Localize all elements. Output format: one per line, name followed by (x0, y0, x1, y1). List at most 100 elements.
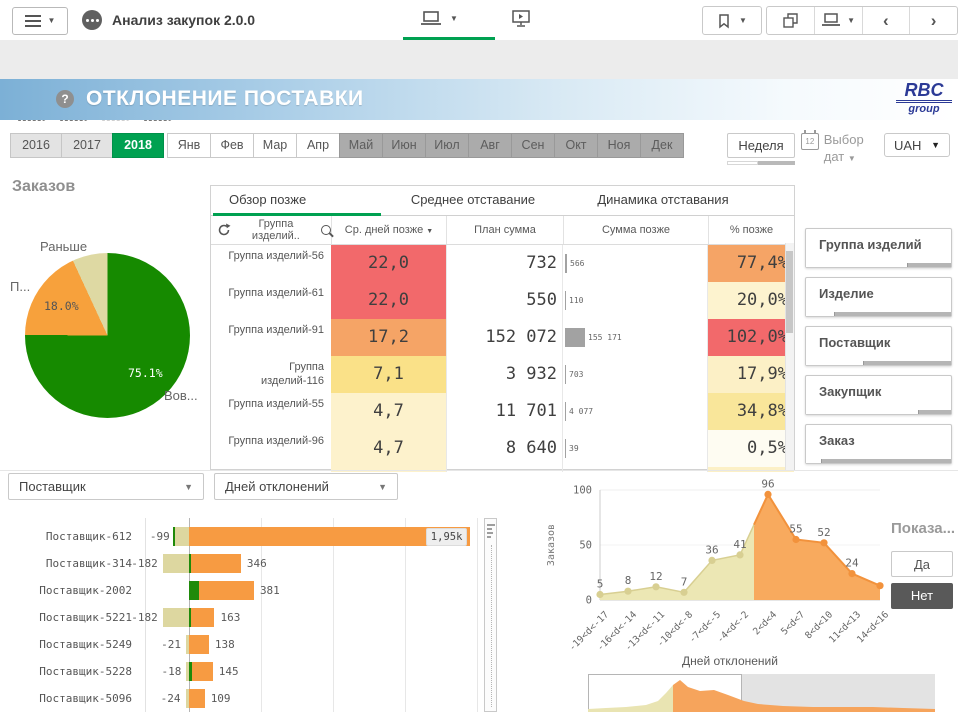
table-row[interactable]: Группа изделий-1167,13 93270317,9% (211, 356, 794, 393)
week-filter[interactable]: Неделя (727, 133, 795, 158)
bar-category-label[interactable]: Поставщик-5096 (0, 685, 132, 712)
currency-value: UAH (894, 138, 921, 153)
month-button-0[interactable]: Янв (167, 133, 211, 158)
column-header-pct-late[interactable]: % позже (708, 216, 794, 244)
year-button-2016[interactable]: 2016 (10, 133, 62, 158)
sheet-list-button[interactable] (814, 7, 862, 34)
bar-late-segment[interactable] (192, 662, 213, 681)
cell-group[interactable]: Группа изделий-56 (211, 245, 331, 282)
bar-category-label[interactable]: Поставщик-5228 (0, 658, 132, 685)
range-mini-chart[interactable] (588, 675, 935, 712)
tab-average-lag[interactable]: Среднее отставание (383, 186, 563, 215)
dropdown-value: Дней отклонений (225, 479, 329, 494)
column-header-group[interactable]: Группа изделий.. (211, 218, 331, 242)
month-button-6[interactable]: Июл (425, 133, 469, 158)
late-sum-value: 155 171 (588, 333, 622, 342)
column-header-plan-sum[interactable]: План сумма (446, 216, 563, 244)
cell-group[interactable]: Группа изделий-96 (211, 430, 331, 467)
table-row[interactable]: Группа изделий-554,711 7014 07734,8% (211, 393, 794, 430)
filter-listbox-2[interactable]: Поставщик (805, 326, 952, 366)
tab-lag-dynamics[interactable]: Динамика отставания (563, 186, 763, 215)
month-button-5[interactable]: Июн (382, 133, 426, 158)
bar-late-value: 109 (211, 689, 231, 708)
filter-listbox-3[interactable]: Закупщик (805, 375, 952, 415)
svg-text:52: 52 (817, 526, 830, 539)
show-no-button[interactable]: Нет (891, 583, 953, 609)
bar-early-value: -182 (131, 554, 158, 573)
cell-group[interactable]: Группа изделий-61 (211, 282, 331, 319)
sheet-view-button[interactable] (420, 10, 458, 28)
cell-plan-sum: 732 (446, 245, 563, 282)
cell-group[interactable]: Группа изделий-91 (211, 319, 331, 356)
filter-listbox-0[interactable]: Группа изделий (805, 228, 952, 268)
prev-sheet-button[interactable]: ‹ (862, 7, 910, 34)
bar-early-segment[interactable] (163, 608, 189, 627)
bar-category-label[interactable]: Поставщик-612 (0, 523, 132, 550)
table-row[interactable]: Группа изделий-6122,055011020,0% (211, 282, 794, 319)
month-button-7[interactable]: Авг (468, 133, 512, 158)
scrollbar-thumb[interactable] (786, 251, 793, 333)
table-row[interactable]: Группа изделий-9117,2152 072155 171102,0… (211, 319, 794, 356)
deviation-area-chart[interactable]: 050100Заказов58127364196555224-19<d<-17-… (545, 475, 890, 650)
table-row[interactable]: Группа изделий-5622,073256677,4% (211, 245, 794, 282)
column-header-days-late[interactable]: Ср. дней позже (331, 216, 446, 244)
bar-ontime-segment[interactable] (189, 581, 199, 600)
bar-category-label[interactable]: Поставщик-314 (0, 550, 132, 577)
late-sum-value: 4 077 (569, 407, 593, 416)
bar-early-segment[interactable] (163, 554, 189, 573)
bar-category-label[interactable]: Поставщик-5249 (0, 631, 132, 658)
month-button-11[interactable]: Дек (640, 133, 684, 158)
month-button-9[interactable]: Окт (554, 133, 598, 158)
currency-dropdown[interactable]: UAH (884, 133, 950, 157)
cell-plan-sum: 550 (446, 282, 563, 319)
show-yes-button[interactable]: Да (891, 551, 953, 577)
bar-category-label[interactable]: Поставщик-5221 (0, 604, 132, 631)
filter-scrollbar[interactable] (806, 263, 951, 267)
search-icon[interactable] (321, 225, 331, 235)
supplier-dimension-dropdown[interactable]: Поставщик (8, 473, 204, 500)
bar-late-segment[interactable] (189, 689, 205, 708)
bar-category-label[interactable]: Поставщик-2002 (0, 577, 132, 604)
table-scrollbar[interactable] (785, 243, 794, 470)
measure-dropdown[interactable]: Дней отклонений (214, 473, 398, 500)
next-sheet-button[interactable]: › (909, 7, 957, 34)
cell-late-sum: 566 (563, 245, 708, 282)
help-icon[interactable]: ? (56, 90, 74, 108)
presentation-button[interactable] (511, 9, 531, 34)
presenter-icon (511, 9, 531, 29)
filter-listbox-4[interactable]: Заказ (805, 424, 952, 464)
bar-late-segment[interactable] (191, 554, 241, 573)
filter-scrollbar[interactable] (806, 459, 951, 463)
bar-late-segment[interactable] (189, 635, 209, 654)
date-picker-button[interactable]: 12 Выбор дат (801, 131, 871, 167)
month-button-1[interactable]: Фев (210, 133, 254, 158)
bookmarks-button[interactable] (702, 6, 762, 35)
filter-listbox-1[interactable]: Изделие (805, 277, 952, 317)
bar-late-segment[interactable] (199, 581, 254, 600)
year-button-2017[interactable]: 2017 (61, 133, 113, 158)
menu-button[interactable] (12, 7, 68, 35)
month-button-2[interactable]: Мар (253, 133, 297, 158)
bar-early-segment[interactable] (175, 527, 189, 546)
month-button-3[interactable]: Апр (296, 133, 340, 158)
month-button-8[interactable]: Сен (511, 133, 555, 158)
week-filter-scrollbar[interactable] (727, 161, 795, 165)
year-button-2018[interactable]: 2018 (112, 133, 164, 158)
month-button-10[interactable]: Ноя (597, 133, 641, 158)
tab-late-overview[interactable]: Обзор позже (211, 186, 383, 215)
bar-late-segment[interactable] (191, 608, 214, 627)
column-header-late-sum[interactable]: Сумма позже (563, 216, 708, 244)
sheets-button[interactable] (767, 7, 814, 34)
table-row[interactable]: Группа изделий-964,78 640390,5% (211, 430, 794, 467)
cell-group[interactable]: Группа изделий-116 (211, 356, 331, 393)
cell-group[interactable]: Группа изделий-55 (211, 393, 331, 430)
bar-ontime-segment[interactable] (173, 527, 175, 546)
filter-scrollbar[interactable] (806, 410, 951, 414)
month-button-4[interactable]: Май (339, 133, 383, 158)
pie-chart-title: Заказов (12, 178, 75, 196)
bar-late-value: 138 (215, 635, 235, 654)
bar-chart-minimap-scrollbar[interactable] (484, 518, 497, 712)
bar-late-value: 346 (247, 554, 267, 573)
filter-scrollbar[interactable] (806, 361, 951, 365)
filter-scrollbar[interactable] (806, 312, 951, 316)
